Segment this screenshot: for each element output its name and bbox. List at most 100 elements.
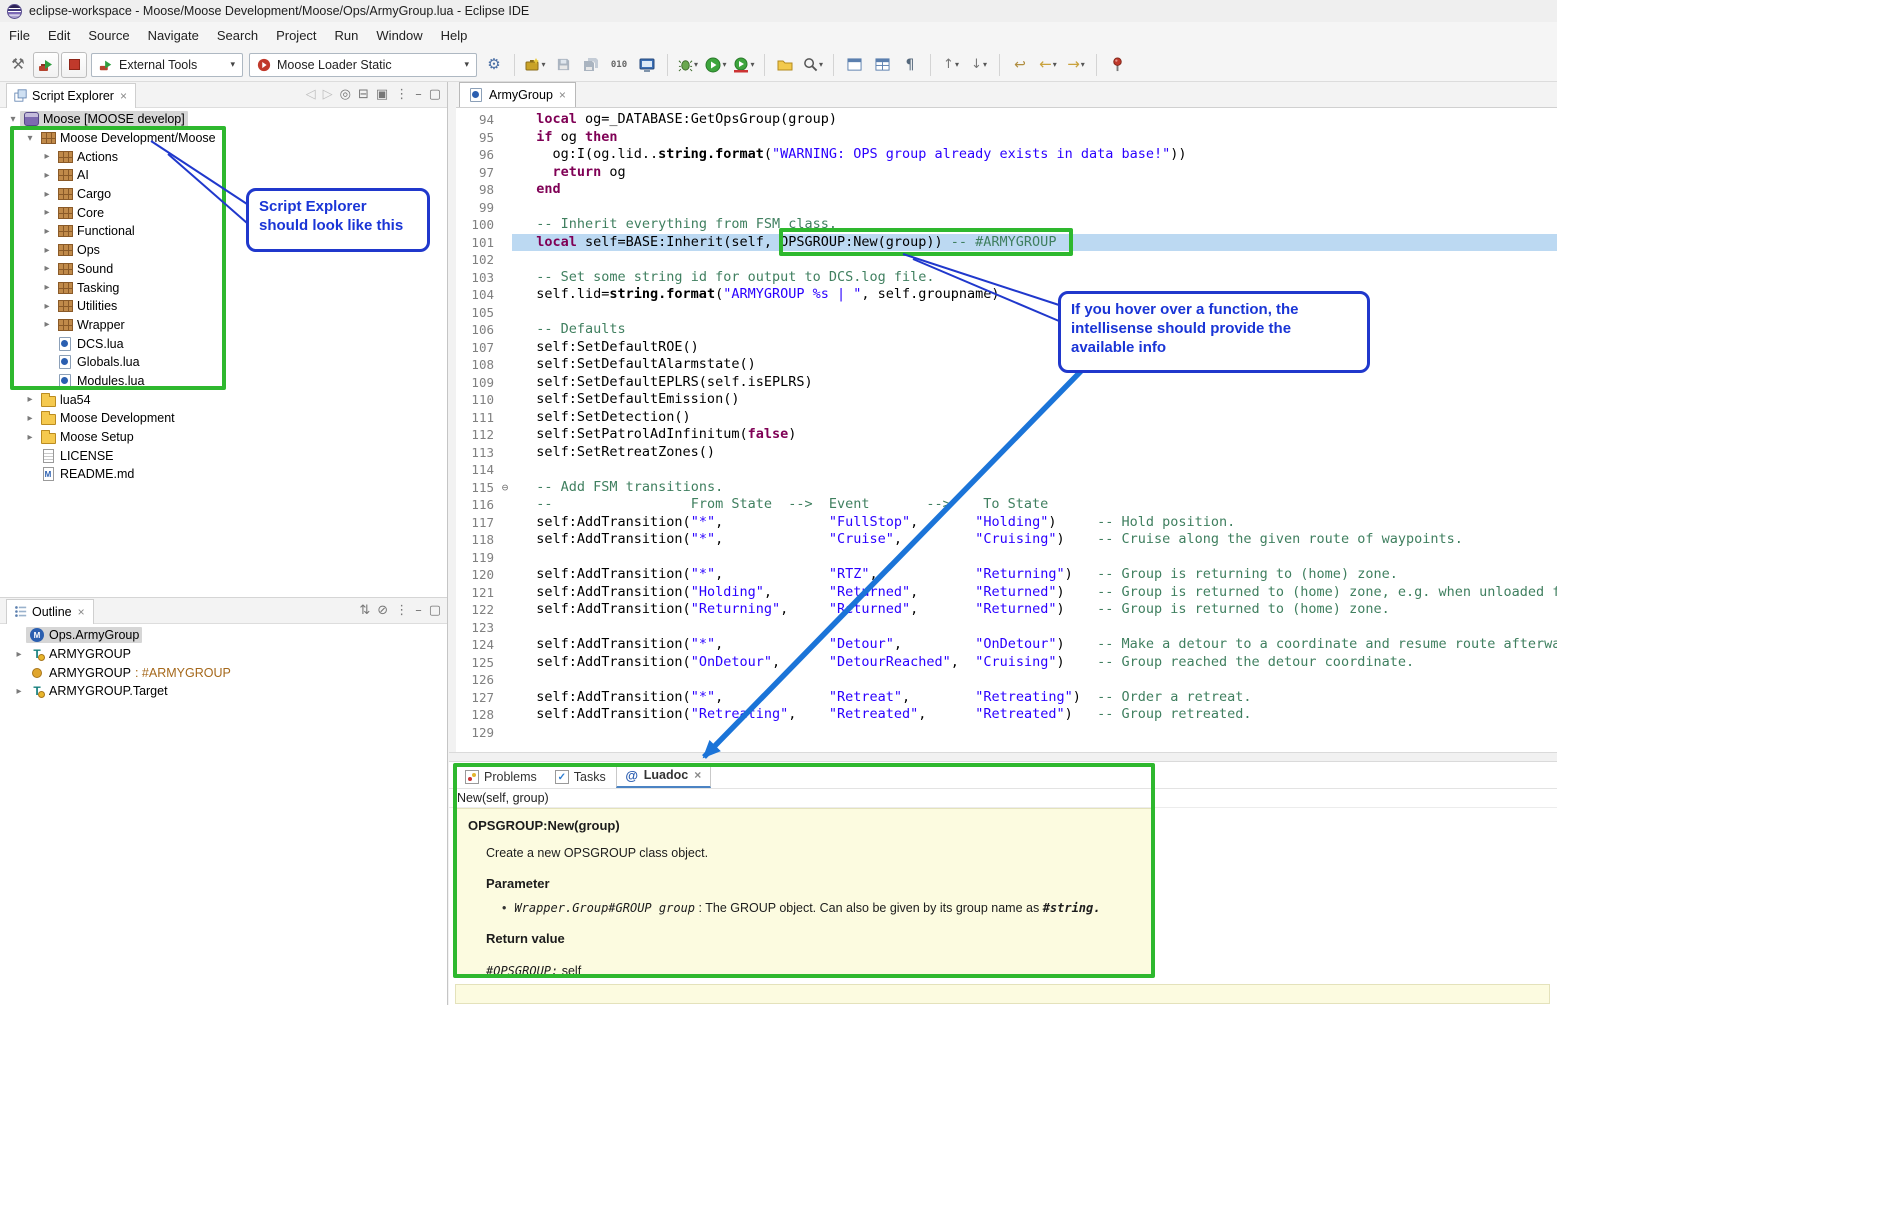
close-icon[interactable]: × — [693, 768, 702, 782]
tree-item-moose-setup[interactable]: ▸Moose Setup — [0, 428, 447, 447]
tree-item-globals-lua[interactable]: Globals.lua — [0, 353, 447, 372]
tree-item-body[interactable]: Sound — [54, 261, 116, 277]
tree-item-body[interactable]: Ops — [54, 242, 103, 258]
code-line[interactable]: 99 — [456, 199, 1557, 217]
expand-arrow-icon[interactable]: ▸ — [40, 301, 54, 312]
debug-button[interactable]: ▾ — [675, 52, 701, 78]
tree-item-functional[interactable]: ▸Functional — [0, 222, 447, 241]
menu-navigate[interactable]: Navigate — [139, 24, 208, 47]
back-icon[interactable]: ◁ — [306, 87, 316, 102]
launch-gear-button[interactable]: ⚙ — [481, 52, 507, 78]
link-editor-icon[interactable]: ▣ — [376, 87, 388, 102]
line-number[interactable]: 124 — [456, 636, 498, 654]
minimize-icon[interactable]: – — [415, 87, 422, 102]
tree-item-body[interactable]: Moose [MOOSE develop] — [20, 111, 188, 127]
line-number[interactable]: 120 — [456, 566, 498, 584]
line-number[interactable]: 119 — [456, 549, 498, 567]
tree-item-license[interactable]: LICENSE — [0, 446, 447, 465]
code-line[interactable]: 124 self:AddTransition("*", "Detour", "O… — [456, 636, 1557, 654]
line-number[interactable]: 94 — [456, 111, 498, 129]
code-line[interactable]: 96 og:I(og.lid..string.format("WARNING: … — [456, 146, 1557, 164]
line-number[interactable]: 112 — [456, 426, 498, 444]
line-number[interactable]: 113 — [456, 444, 498, 462]
line-number[interactable]: 129 — [456, 724, 498, 742]
search-button[interactable]: ▾ — [800, 52, 826, 78]
tree-item-body[interactable]: Globals.lua — [54, 354, 143, 370]
save-button[interactable] — [550, 52, 576, 78]
tab-problems[interactable]: Problems — [457, 766, 545, 788]
sort-icon[interactable]: ⇅ — [359, 603, 370, 618]
tree-item-body[interactable]: ARMYGROUP : #ARMYGROUP — [26, 665, 234, 681]
tree-item-body[interactable]: AI — [54, 167, 92, 183]
code-line[interactable]: 104 self.lid=string.format("ARMYGROUP %s… — [456, 286, 1557, 304]
coverage-button[interactable]: ▾ — [731, 52, 757, 78]
line-number[interactable]: 102 — [456, 251, 498, 269]
code-line[interactable]: 108 self:SetDefaultAlarmstate() — [456, 356, 1557, 374]
code-line[interactable]: 100 -- Inherit everything from FSM class… — [456, 216, 1557, 234]
pin-editor-button[interactable] — [1104, 52, 1130, 78]
expand-arrow-icon[interactable]: ▸ — [40, 151, 54, 162]
tree-item-lua54[interactable]: ▸lua54 — [0, 390, 447, 409]
tree-item-body[interactable]: LICENSE — [37, 448, 117, 464]
line-number[interactable]: 118 — [456, 531, 498, 549]
run-button[interactable]: ▾ — [703, 52, 729, 78]
script-explorer-tree[interactable]: ▾Moose [MOOSE develop]▾Moose Development… — [0, 108, 447, 597]
tree-item-body[interactable]: lua54 — [37, 392, 94, 408]
code-line[interactable]: 106 -- Defaults — [456, 321, 1557, 339]
expand-arrow-icon[interactable]: ▸ — [23, 432, 37, 443]
line-number[interactable]: 110 — [456, 391, 498, 409]
line-number[interactable]: 126 — [456, 671, 498, 689]
minimize-icon[interactable]: – — [415, 603, 422, 618]
code-line[interactable]: 107 self:SetDefaultROE() — [456, 339, 1557, 357]
tree-item-cargo[interactable]: ▸Cargo — [0, 185, 447, 204]
tree-item-body[interactable]: Tasking — [54, 280, 122, 296]
tree-item-moose-development[interactable]: ▸Moose Development — [0, 409, 447, 428]
tab-outline[interactable]: Outline × — [6, 599, 94, 624]
code-line[interactable]: 110 self:SetDefaultEmission() — [456, 391, 1557, 409]
stop-button[interactable] — [61, 52, 87, 78]
tree-item-body[interactable]: Functional — [54, 223, 138, 239]
tree-item-dcs-lua[interactable]: DCS.lua — [0, 334, 447, 353]
code-line[interactable]: 114 — [456, 461, 1557, 479]
focus-icon[interactable]: ◎ — [340, 87, 351, 102]
line-number[interactable]: 115 — [456, 479, 498, 497]
tree-item-armygroup[interactable]: ARMYGROUP : #ARMYGROUP — [6, 663, 447, 682]
code-line[interactable]: 129 — [456, 724, 1557, 742]
expand-arrow-icon[interactable]: ▸ — [23, 413, 37, 424]
tree-item-body[interactable]: Moose Development — [37, 410, 178, 426]
code-line[interactable]: 94 local og=_DATABASE:GetOpsGroup(group) — [456, 111, 1557, 129]
tree-item-armygroup-target[interactable]: ▸TARMYGROUP.Target — [6, 682, 447, 701]
line-number[interactable]: 111 — [456, 409, 498, 427]
tree-item-utilities[interactable]: ▸Utilities — [0, 297, 447, 316]
outline-tree[interactable]: MOps.ArmyGroup▸TARMYGROUPARMYGROUP : #AR… — [0, 624, 447, 1005]
expand-arrow-icon[interactable]: ▸ — [40, 170, 54, 181]
tree-item-body[interactable]: Utilities — [54, 298, 120, 314]
line-number[interactable]: 125 — [456, 654, 498, 672]
code-line[interactable]: 120 self:AddTransition("*", "RTZ", "Retu… — [456, 566, 1557, 584]
code-editor[interactable]: 94 local og=_DATABASE:GetOpsGroup(group)… — [456, 108, 1557, 752]
tree-item-armygroup[interactable]: ▸TARMYGROUP — [6, 645, 447, 664]
code-line[interactable]: 95 if og then — [456, 129, 1557, 147]
line-number[interactable]: 101 — [456, 234, 498, 252]
line-number[interactable]: 108 — [456, 356, 498, 374]
tree-item-body[interactable]: MREADME.md — [37, 466, 137, 482]
tab-tasks[interactable]: ✓ Tasks — [547, 766, 614, 788]
menu-file[interactable]: File — [0, 24, 39, 47]
close-icon[interactable]: × — [77, 605, 86, 619]
expand-arrow-icon[interactable]: ▸ — [40, 282, 54, 293]
tree-item-body[interactable]: Moose Setup — [37, 429, 137, 445]
code-line[interactable]: 105 — [456, 304, 1557, 322]
code-line[interactable]: 118 self:AddTransition("*", "Cruise", "C… — [456, 531, 1557, 549]
tree-item-body[interactable]: DCS.lua — [54, 336, 127, 352]
code-line[interactable]: 112 self:SetPatrolAdInfinitum(false) — [456, 426, 1557, 444]
tab-luadoc[interactable]: @ Luadoc × — [616, 763, 711, 788]
close-icon[interactable]: × — [558, 88, 567, 102]
show-whitespace-toggle[interactable]: ¶ — [897, 52, 923, 78]
code-line[interactable]: 113 self:SetRetreatZones() — [456, 444, 1557, 462]
code-line[interactable]: 111 self:SetDetection() — [456, 409, 1557, 427]
build-hammer-button[interactable]: ⚒ — [5, 52, 31, 78]
code-line[interactable]: 128 self:AddTransition("Retreating", "Re… — [456, 706, 1557, 724]
line-number[interactable]: 109 — [456, 374, 498, 392]
line-number[interactable]: 98 — [456, 181, 498, 199]
tree-item-body[interactable]: Modules.lua — [54, 373, 147, 389]
